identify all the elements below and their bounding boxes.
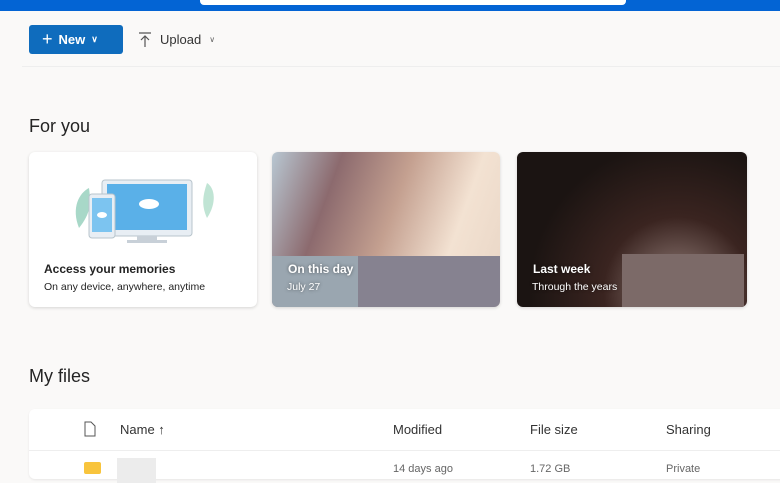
chevron-down-icon: ∨ <box>91 34 98 44</box>
column-name[interactable]: Name ↑ <box>120 409 165 449</box>
on-this-day-card[interactable]: On this day July 27 <box>272 152 500 307</box>
folder-icon <box>84 462 101 474</box>
upload-button[interactable]: Upload ∨ <box>138 25 215 54</box>
file-type-icon <box>84 421 96 437</box>
table-row[interactable]: 14 days ago 1.72 GB Private <box>29 450 780 483</box>
devices-illustration <box>75 179 214 243</box>
my-files-heading: My files <box>29 366 91 386</box>
chevron-down-icon: ∨ <box>209 35 216 44</box>
command-bar: + New ∨ Upload ∨ <box>22 11 780 67</box>
memories-card[interactable]: Access your memories On any device, anyw… <box>29 152 257 307</box>
plus-icon: + <box>42 29 53 49</box>
column-modified[interactable]: Modified <box>393 409 442 449</box>
for-you-heading: For you <box>29 116 91 136</box>
top-bar <box>0 0 780 11</box>
photo-thumbnail <box>622 254 744 307</box>
file-thumbnail <box>117 458 156 483</box>
upload-icon <box>139 31 151 47</box>
new-button[interactable]: + New ∨ <box>29 25 123 54</box>
last-week-card[interactable]: Last week Through the years <box>517 152 747 307</box>
photo-thumbnail <box>358 256 500 307</box>
search-box[interactable] <box>200 0 626 5</box>
column-file-size[interactable]: File size <box>530 409 578 449</box>
file-list: Name ↑ Modified File size Sharing 14 day… <box>29 409 780 483</box>
column-sharing[interactable]: Sharing <box>666 409 711 449</box>
